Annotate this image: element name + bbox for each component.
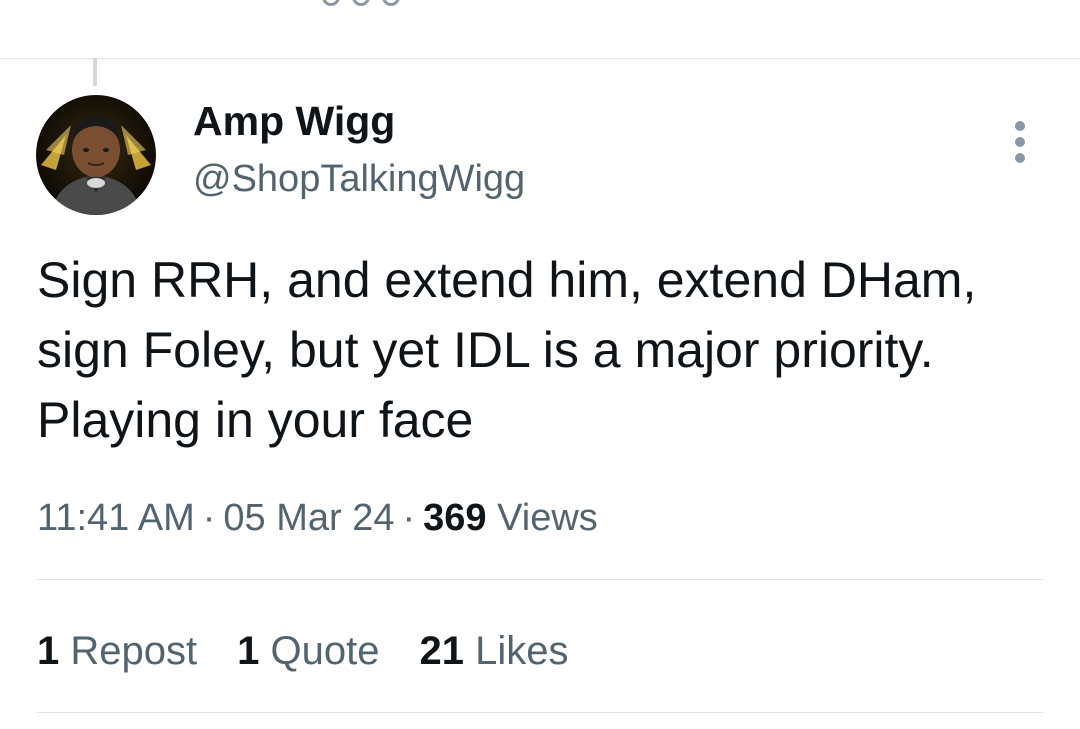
tweet-date[interactable]: 05 Mar 24 bbox=[223, 497, 394, 539]
previous-tweet-more-icon[interactable] bbox=[322, 0, 412, 6]
divider bbox=[37, 712, 1043, 713]
dot bbox=[322, 0, 340, 6]
dot bbox=[352, 0, 370, 6]
separator: · bbox=[402, 497, 416, 539]
quotes-stat[interactable]: 1 Quote bbox=[237, 628, 379, 674]
tweet-time[interactable]: 11:41 AM bbox=[37, 497, 195, 539]
profile-avatar-icon bbox=[36, 95, 156, 215]
more-vertical-icon-svg bbox=[1015, 121, 1025, 163]
display-name[interactable]: Amp Wigg bbox=[193, 101, 395, 142]
quotes-count: 1 bbox=[237, 629, 260, 673]
thread-connector-line bbox=[93, 58, 97, 86]
engagement-stats: 1 Repost 1 Quote 21 Likes bbox=[37, 628, 568, 674]
separator: · bbox=[202, 497, 216, 539]
likes-stat[interactable]: 21 Likes bbox=[419, 628, 568, 674]
more-vertical-icon[interactable] bbox=[1000, 120, 1040, 166]
views-count: 369 bbox=[423, 497, 487, 539]
tweet-metadata: 11:41 AM · 05 Mar 24 · 369 Views bbox=[37, 496, 598, 540]
tweet-text: Sign RRH, and extend him, extend DHam, s… bbox=[37, 252, 977, 448]
reposts-count: 1 bbox=[37, 629, 60, 673]
user-handle[interactable]: @ShopTalkingWigg bbox=[193, 160, 525, 198]
reposts-stat[interactable]: 1 Repost bbox=[37, 628, 197, 674]
quotes-label: Quote bbox=[270, 629, 380, 673]
reposts-label: Repost bbox=[70, 629, 198, 673]
views-label: Views bbox=[497, 497, 598, 539]
likes-label: Likes bbox=[475, 629, 569, 673]
top-divider bbox=[0, 58, 1080, 59]
divider bbox=[37, 579, 1043, 580]
likes-count: 21 bbox=[419, 629, 464, 673]
dot bbox=[382, 0, 400, 6]
avatar[interactable] bbox=[36, 95, 156, 215]
